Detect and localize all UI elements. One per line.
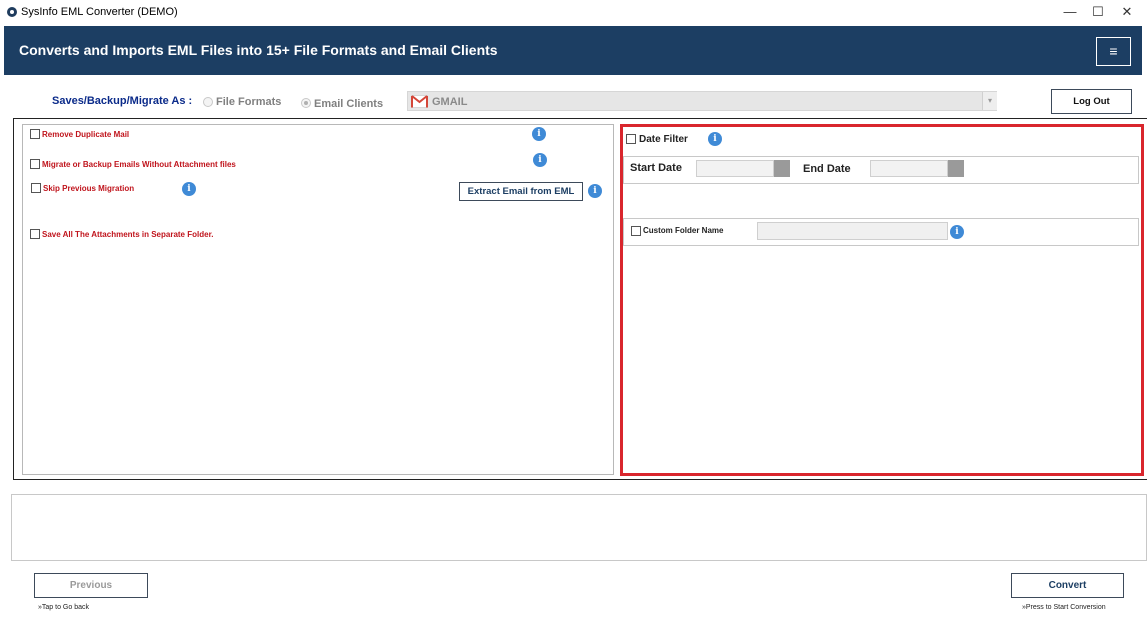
info-icon[interactable]: i (708, 132, 722, 146)
saves-label: Saves/Backup/Migrate As : (52, 95, 193, 107)
radio-email-clients[interactable] (301, 98, 311, 108)
date-filter-label: Date Filter (639, 134, 688, 145)
custom-folder-input[interactable] (757, 222, 948, 240)
skip-previous-checkbox[interactable] (31, 183, 41, 193)
save-attachments-checkbox[interactable] (30, 229, 40, 239)
remove-duplicate-label: Remove Duplicate Mail (42, 130, 130, 139)
minimize-icon[interactable]: — (1056, 3, 1084, 21)
logout-button[interactable]: Log Out (1051, 89, 1132, 114)
chevron-down-icon[interactable]: ▾ (982, 92, 997, 110)
window-title: SysInfo EML Converter (DEMO) (21, 6, 178, 18)
hamburger-menu-icon[interactable]: ≡ (1096, 37, 1131, 66)
maximize-icon[interactable]: ☐ (1084, 3, 1112, 21)
previous-hint: »Tap to Go back (38, 604, 89, 611)
custom-folder-checkbox[interactable] (631, 226, 641, 236)
calendar-icon[interactable] (948, 160, 964, 177)
header-banner: Converts and Imports EML Files into 15+ … (4, 26, 1142, 75)
end-date-input[interactable] (870, 160, 948, 177)
calendar-icon[interactable] (774, 160, 790, 177)
email-client-select[interactable]: GMAIL ▾ (407, 91, 997, 111)
close-icon[interactable]: ✕ (1113, 3, 1141, 21)
custom-folder-label: Custom Folder Name (643, 226, 724, 235)
skip-previous-label: Skip Previous Migration (43, 184, 135, 193)
end-date-label: End Date (803, 163, 851, 175)
convert-hint: »Press to Start Conversion (1022, 604, 1106, 611)
app-logo-icon (7, 7, 17, 17)
start-date-label: Start Date (630, 162, 682, 174)
selected-client: GMAIL (432, 96, 468, 108)
save-attachments-label: Save All The Attachments in Separate Fol… (42, 230, 214, 239)
start-date-input[interactable] (696, 160, 774, 177)
without-attachment-checkbox[interactable] (30, 159, 40, 169)
info-icon[interactable]: i (532, 127, 546, 141)
date-filter-checkbox[interactable] (626, 134, 636, 144)
info-icon[interactable]: i (588, 184, 602, 198)
info-icon[interactable]: i (182, 182, 196, 196)
without-attachment-label: Migrate or Backup Emails Without Attachm… (42, 160, 236, 169)
gmail-icon (411, 95, 428, 108)
extract-email-button[interactable]: Extract Email from EML (459, 182, 583, 201)
banner-title: Converts and Imports EML Files into 15+ … (19, 42, 498, 58)
info-icon[interactable]: i (533, 153, 547, 167)
log-area (11, 494, 1147, 561)
info-icon[interactable]: i (950, 225, 964, 239)
previous-button[interactable]: Previous (34, 573, 148, 598)
convert-button[interactable]: Convert (1011, 573, 1124, 598)
left-options-panel (22, 124, 614, 475)
radio-file-formats[interactable] (203, 97, 213, 107)
remove-duplicate-checkbox[interactable] (30, 129, 40, 139)
radio-email-clients-label: Email Clients (314, 98, 384, 110)
radio-file-formats-label: File Formats (216, 96, 282, 108)
